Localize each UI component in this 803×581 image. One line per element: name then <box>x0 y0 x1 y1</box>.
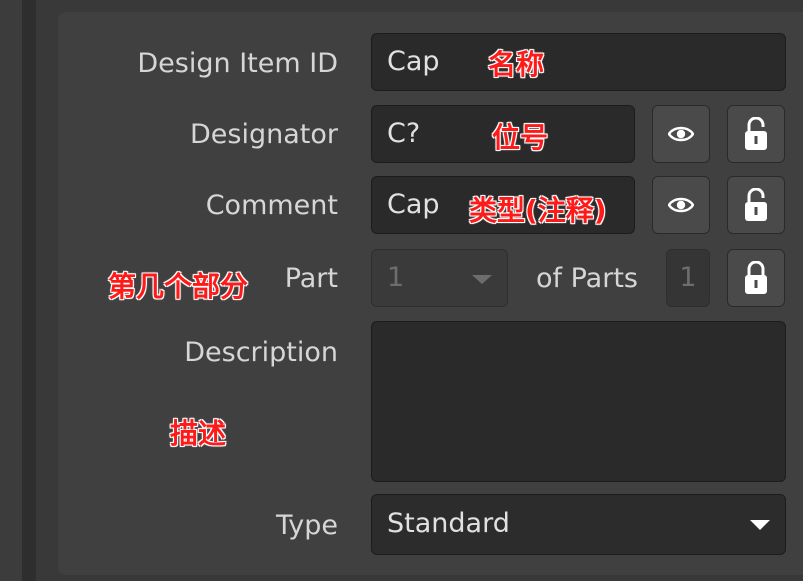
type-select[interactable]: Standard <box>371 494 786 555</box>
annotation-design-item-id: 名称 <box>488 48 545 81</box>
chevron-down-icon <box>750 520 770 530</box>
part-select[interactable]: 1 <box>371 249 508 307</box>
comment-visibility-button[interactable] <box>652 176 710 234</box>
annotation-description: 描述 <box>170 417 227 450</box>
designator-label: Designator <box>190 119 338 150</box>
left-scroll-strip <box>22 0 36 581</box>
annotation-comment: 类型(注释) <box>469 194 607 227</box>
of-parts-value: 1 <box>679 262 697 293</box>
designator-lock-button[interactable] <box>727 105 785 163</box>
part-lock-button[interactable] <box>727 249 785 307</box>
design-item-id-value: Cap <box>387 46 440 77</box>
comment-lock-button[interactable] <box>727 176 785 234</box>
annotation-designator: 位号 <box>492 121 549 154</box>
type-value: Standard <box>387 508 510 539</box>
comment-value: Cap <box>387 189 440 220</box>
of-parts-field: 1 <box>666 249 710 307</box>
part-value: 1 <box>387 262 405 293</box>
comment-label: Comment <box>205 190 338 221</box>
unlocked-padlock-icon <box>745 188 767 221</box>
eye-icon <box>668 197 694 213</box>
designator-value: C? <box>387 118 421 149</box>
of-parts-label: of Parts <box>536 263 638 294</box>
design-item-id-label: Design Item ID <box>137 48 338 79</box>
designator-visibility-button[interactable] <box>652 105 710 163</box>
part-label: Part <box>284 263 338 294</box>
locked-padlock-icon <box>745 261 767 294</box>
description-textarea[interactable] <box>371 321 786 482</box>
unlocked-padlock-icon <box>745 117 767 150</box>
type-label: Type <box>275 510 338 541</box>
left-edge-bar <box>0 0 22 581</box>
design-item-id-input[interactable]: Cap <box>371 33 786 91</box>
eye-icon <box>668 126 694 142</box>
description-label: Description <box>184 337 338 368</box>
annotation-part: 第几个部分 <box>108 270 249 303</box>
chevron-down-icon <box>472 275 492 284</box>
